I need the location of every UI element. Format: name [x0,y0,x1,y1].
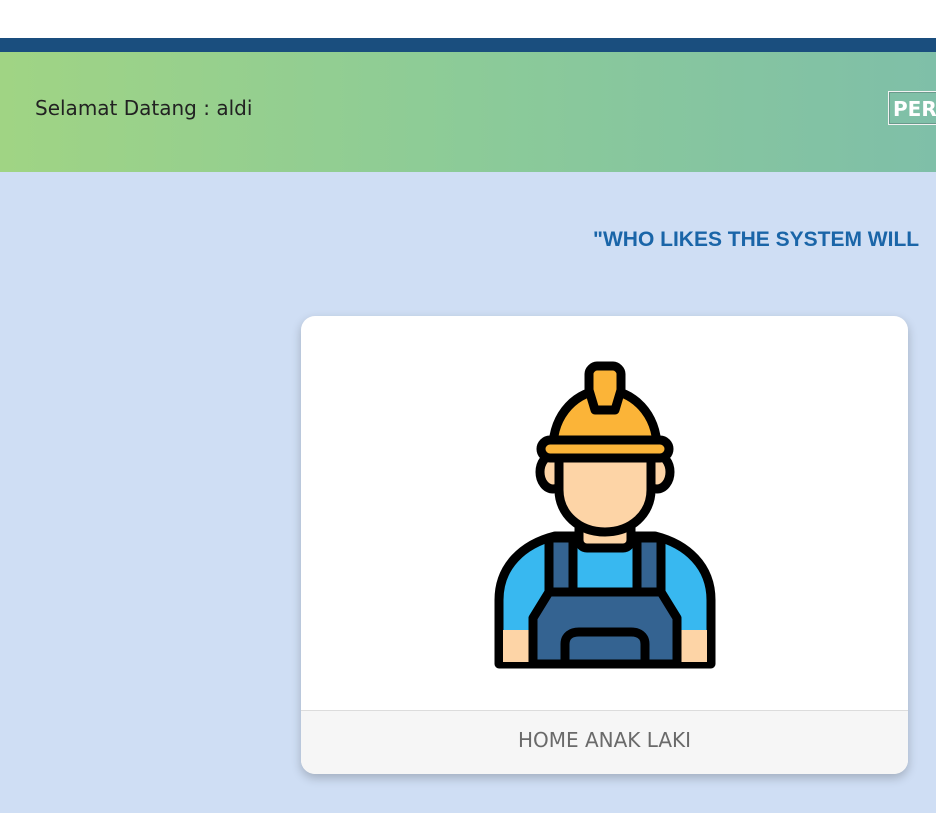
card-footer-label[interactable]: HOME ANAK LAKI [301,710,908,774]
construction-worker-icon [494,361,716,669]
motto-text: "WHO LIKES THE SYSTEM WILL [593,228,920,251]
welcome-text: Selamat Datang : aldi [35,96,253,120]
home-anak-laki-card[interactable]: HOME ANAK LAKI [301,316,908,774]
header-bar: Selamat Datang : aldi PER [0,52,936,172]
main-content: "WHO LIKES THE SYSTEM WILL HOME ANAK LAK… [0,172,936,813]
card-image-area[interactable] [301,316,908,710]
page: Selamat Datang : aldi PER "WHO LIKES THE… [0,0,936,813]
top-accent-bar [0,38,936,52]
header-button[interactable]: PER [888,91,936,125]
top-blank-area [0,0,936,38]
